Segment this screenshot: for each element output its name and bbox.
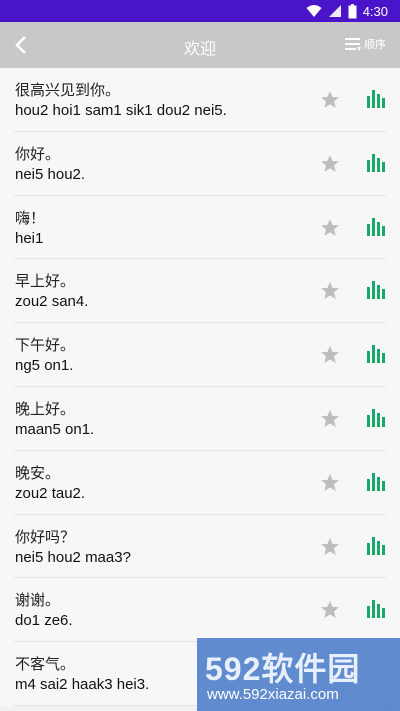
list-item[interactable]: 早上好。 zou2 san4. — [0, 259, 400, 324]
audio-bars-icon[interactable] — [366, 217, 386, 237]
star-icon[interactable] — [320, 90, 340, 110]
phrase-chinese: 你好。 — [15, 144, 61, 163]
phrase-chinese: 你好吗？ — [15, 527, 76, 546]
star-icon[interactable] — [320, 154, 340, 174]
audio-bars-icon[interactable] — [366, 536, 386, 556]
phrase-chinese: 嗨！ — [15, 208, 46, 227]
toolbar: 欢迎 顺序 — [0, 22, 400, 68]
phrase-romanization: hei1 — [15, 229, 44, 247]
sort-order-label: 顺序 — [364, 38, 386, 51]
list-item[interactable]: 晚上好。 maan5 on1. — [0, 386, 400, 451]
list-item[interactable]: 你好吗？ nei5 hou2 maa3? — [0, 514, 400, 579]
star-icon[interactable] — [320, 537, 340, 557]
list-item[interactable]: 你好。 nei5 hou2. — [0, 131, 400, 196]
phrase-chinese: 晚上好。 — [15, 399, 76, 418]
phrase-list: 很高兴见到你。 hou2 hoi1 sam1 sik1 dou2 nei5. 你… — [0, 68, 400, 711]
phrase-chinese: 很高兴见到你。 — [15, 81, 121, 99]
phrase-romanization: m4 sai2 haak3 hei3. — [15, 676, 150, 694]
audio-bars-icon[interactable] — [366, 153, 386, 173]
watermark-overlay: 592软件园 www.592xiazai.com — [197, 638, 400, 711]
wifi-icon — [306, 5, 322, 17]
audio-bars-icon[interactable] — [366, 344, 386, 364]
list-item[interactable]: 嗨！ hei1 — [0, 195, 400, 260]
audio-bars-icon[interactable] — [366, 599, 386, 619]
phrase-chinese: 晚安。 — [15, 463, 61, 482]
phrase-chinese: 谢谢。 — [15, 591, 61, 610]
list-item[interactable]: 很高兴见到你。 hou2 hoi1 sam1 sik1 dou2 nei5. — [0, 68, 400, 132]
battery-icon — [348, 3, 357, 18]
star-icon[interactable] — [320, 218, 340, 238]
star-icon[interactable] — [320, 409, 340, 429]
watermark-url: www.592xiazai.com — [207, 686, 339, 703]
phrase-romanization: nei5 hou2. — [15, 165, 86, 183]
star-icon[interactable] — [320, 281, 340, 301]
status-time: 4:30 — [362, 3, 388, 19]
sort-list-icon — [345, 38, 361, 51]
sort-order-button[interactable]: 顺序 — [344, 36, 386, 52]
list-item[interactable]: 晚安。 zou2 tau2. — [0, 450, 400, 515]
star-icon[interactable] — [320, 473, 340, 493]
phrase-chinese: 早上好。 — [15, 272, 76, 291]
phrase-romanization: zou2 san4. — [15, 293, 89, 311]
phrase-romanization: ng5 on1. — [15, 357, 74, 375]
star-icon[interactable] — [320, 600, 340, 620]
audio-bars-icon[interactable] — [366, 408, 386, 428]
phrase-romanization: hou2 hoi1 sam1 sik1 dou2 nei5. — [15, 102, 227, 119]
list-item[interactable]: 下午好。 ng5 on1. — [0, 323, 400, 387]
audio-bars-icon[interactable] — [366, 89, 386, 109]
phrase-romanization: nei5 hou2 maa3? — [15, 548, 131, 566]
audio-bars-icon[interactable] — [366, 280, 386, 300]
signal-icon — [328, 5, 341, 17]
watermark-brand: 592软件园 — [205, 651, 361, 687]
phrase-romanization: maan5 on1. — [15, 420, 95, 438]
status-bar: 4:30 — [0, 0, 400, 22]
list-item[interactable]: 谢谢。 do1 ze6. — [0, 578, 400, 643]
phrase-romanization: do1 ze6. — [15, 612, 73, 630]
phrase-romanization: zou2 tau2. — [15, 484, 86, 502]
phrase-chinese: 下午好。 — [15, 336, 76, 355]
star-icon[interactable] — [320, 345, 340, 365]
page-title: 欢迎 — [183, 39, 216, 58]
audio-bars-icon[interactable] — [366, 472, 386, 492]
phrase-chinese: 不客气。 — [15, 655, 76, 674]
